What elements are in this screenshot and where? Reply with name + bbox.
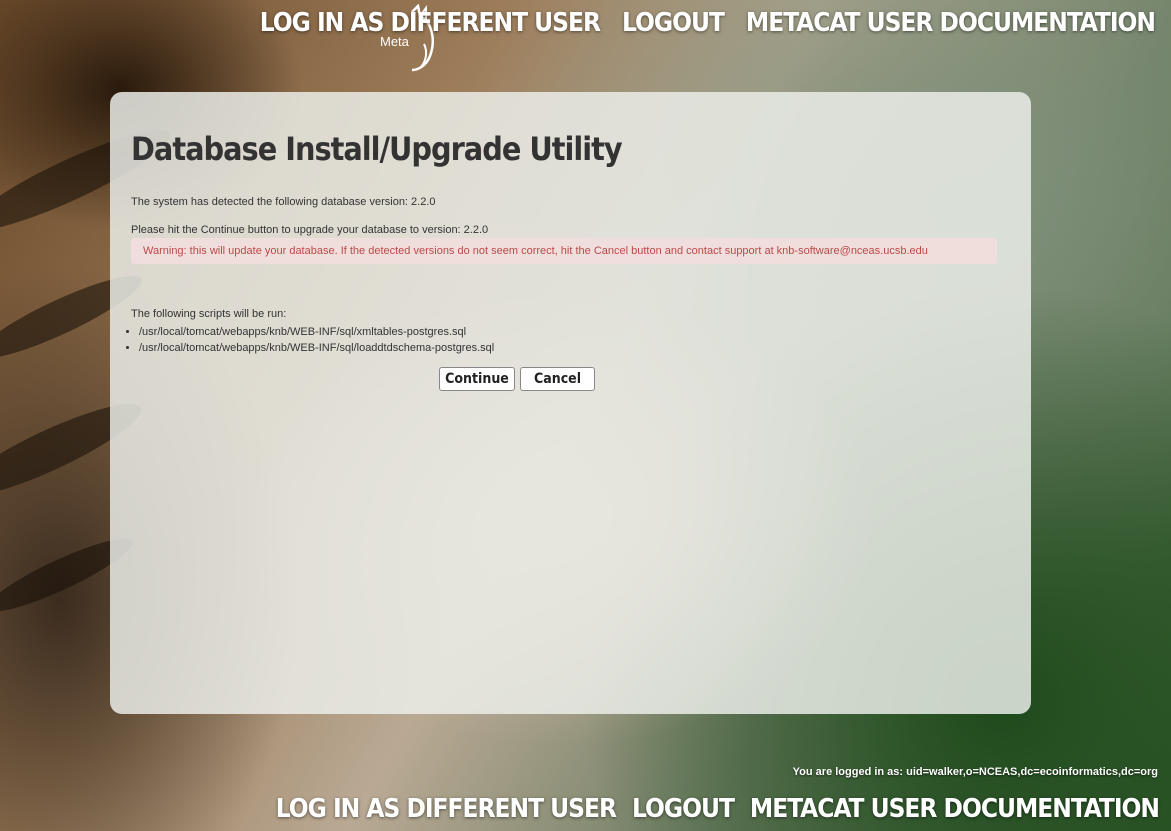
bottom-nav: LOG IN AS DIFFERENT USER LOGOUT METACAT … [276,794,1160,824]
content-panel: Database Install/Upgrade Utility The sys… [110,92,1031,714]
scripts-label: The following scripts will be run: [131,308,287,320]
script-item: /usr/local/tomcat/webapps/knb/WEB-INF/sq… [139,324,494,340]
login-different-user-link[interactable]: LOG IN AS DIFFERENT USER [260,8,601,38]
user-documentation-link[interactable]: METACAT USER DOCUMENTATION [750,794,1160,824]
top-nav: LOG IN AS DIFFERENT USER LOGOUT METACAT … [260,8,1156,38]
cancel-button[interactable]: Cancel [520,367,595,391]
detected-version-text: The system has detected the following da… [131,196,436,208]
upgrade-instructions-text: Please hit the Continue button to upgrad… [131,224,489,236]
warning-alert: Warning: this will update your database.… [131,238,997,264]
login-different-user-link[interactable]: LOG IN AS DIFFERENT USER [276,794,617,824]
continue-button[interactable]: Continue [439,367,515,391]
logout-link[interactable]: LOGOUT [632,794,735,824]
page-title: Database Install/Upgrade Utility [131,130,623,168]
scripts-list: /usr/local/tomcat/webapps/knb/WEB-INF/sq… [121,324,494,356]
logout-link[interactable]: LOGOUT [622,8,725,38]
logged-in-status: You are logged in as: uid=walker,o=NCEAS… [792,766,1158,778]
user-documentation-link[interactable]: METACAT USER DOCUMENTATION [746,8,1156,38]
script-item: /usr/local/tomcat/webapps/knb/WEB-INF/sq… [139,340,494,356]
